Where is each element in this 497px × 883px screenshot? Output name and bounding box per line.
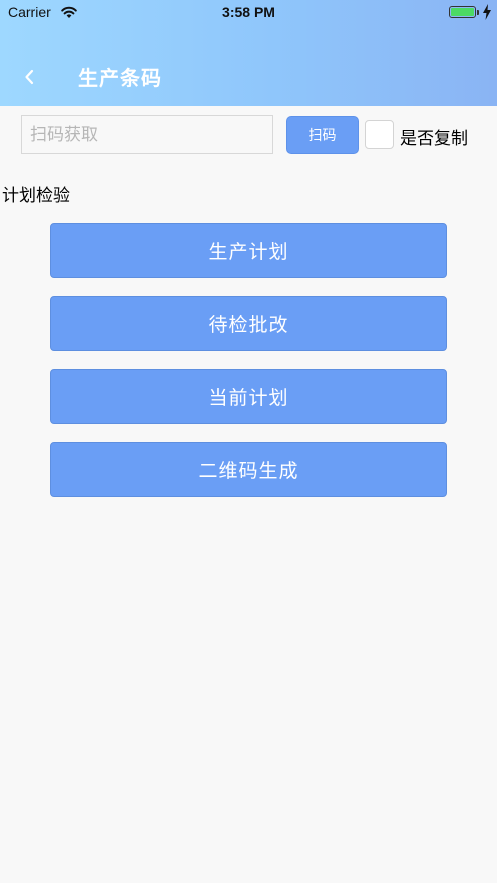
- battery-tip: [477, 10, 479, 15]
- status-bar: Carrier 3:58 PM: [0, 0, 497, 26]
- pending-inspection-button[interactable]: 待检批改: [50, 296, 447, 351]
- production-plan-button[interactable]: 生产计划: [50, 223, 447, 278]
- status-time: 3:58 PM: [222, 4, 275, 20]
- battery-icon: [449, 6, 476, 18]
- current-plan-button[interactable]: 当前计划: [50, 369, 447, 424]
- copy-checkbox[interactable]: [365, 120, 394, 149]
- charging-bolt-icon: [483, 4, 491, 20]
- copy-checkbox-label: 是否复制: [400, 129, 468, 149]
- scan-input[interactable]: [21, 115, 273, 154]
- chevron-left-icon: [25, 69, 34, 85]
- battery-level-fill: [451, 8, 474, 16]
- page-title: 生产条码: [78, 66, 162, 90]
- nav-header: Carrier 3:58 PM 生产条码: [0, 0, 497, 106]
- scan-button[interactable]: 扫码: [286, 116, 359, 154]
- qr-code-generate-button[interactable]: 二维码生成: [50, 442, 447, 497]
- section-title: 计划检验: [2, 186, 70, 206]
- back-button[interactable]: [14, 62, 44, 92]
